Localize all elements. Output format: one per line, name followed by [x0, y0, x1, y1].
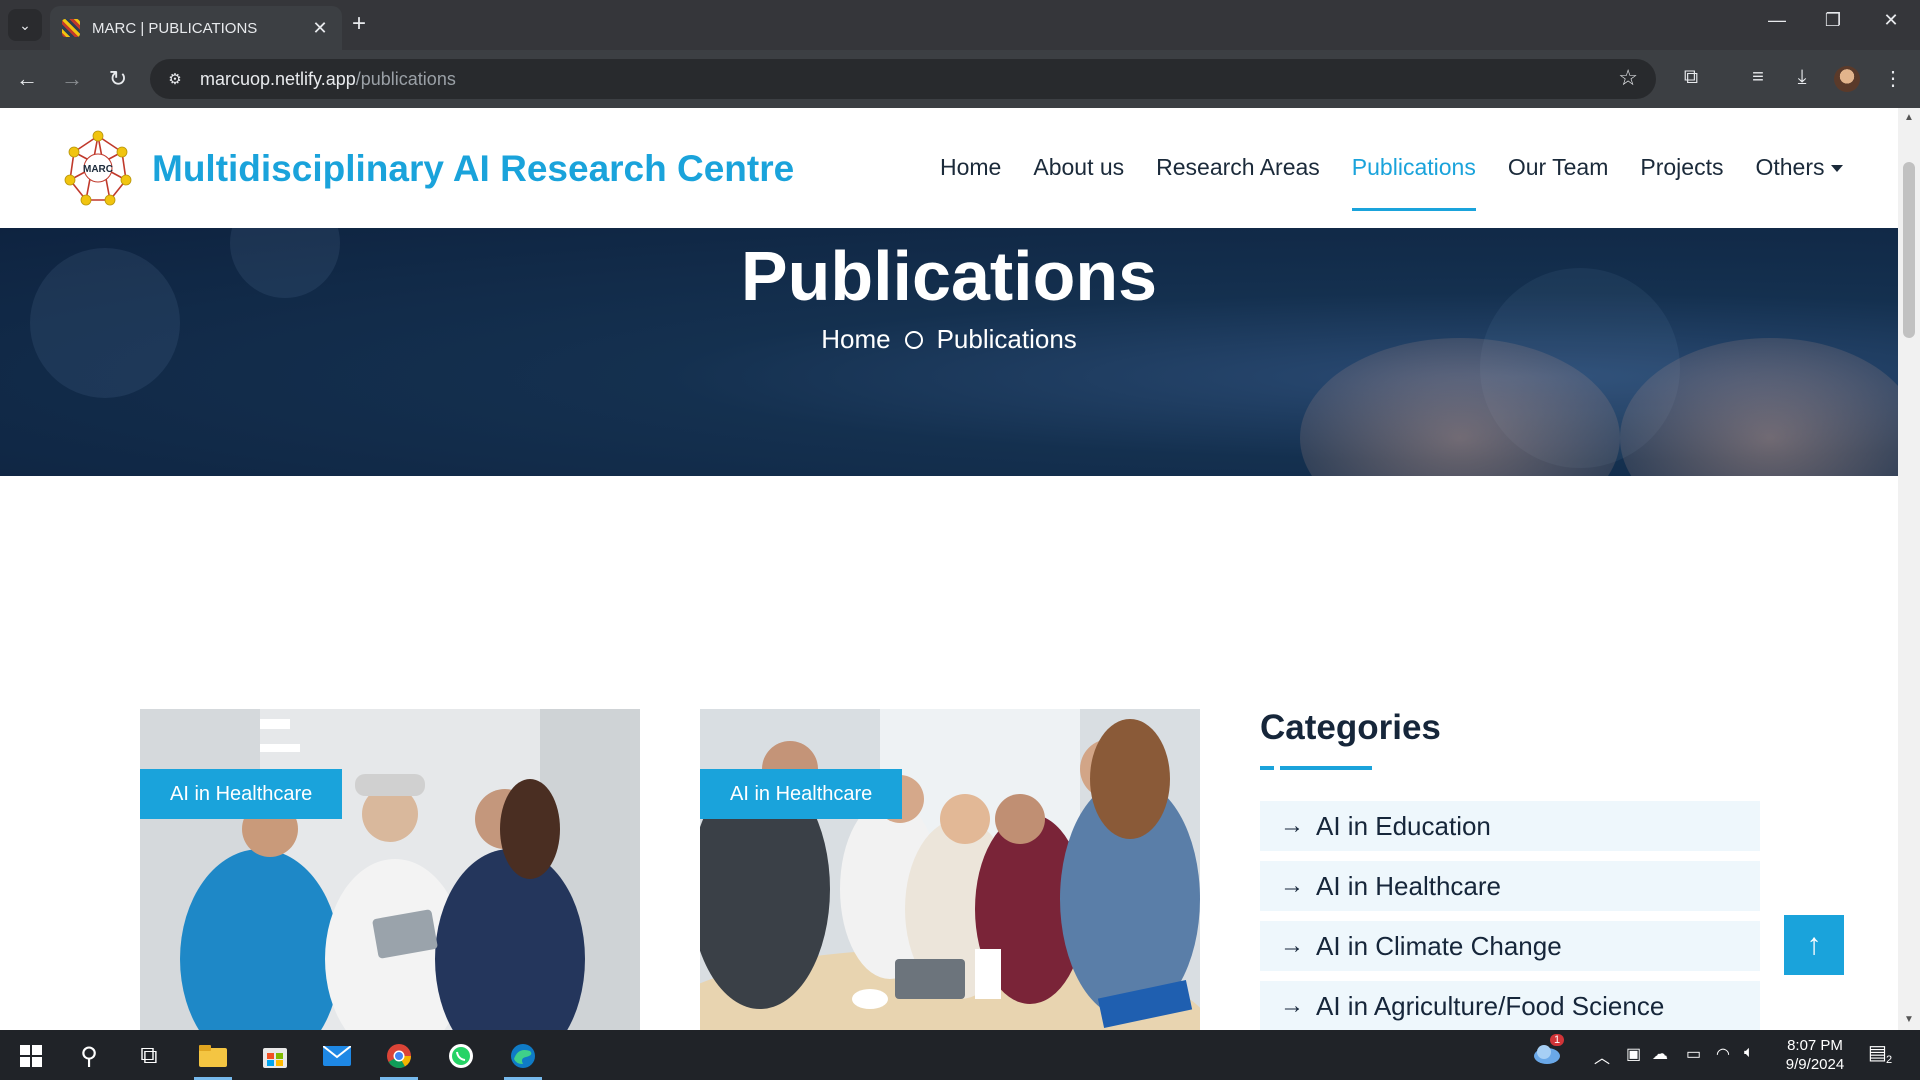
task-view-icon[interactable]: ⧉ — [124, 1036, 174, 1076]
close-window-button[interactable]: ✕ — [1871, 10, 1911, 31]
scrollbar-thumb[interactable] — [1903, 162, 1915, 338]
arrow-right-icon: → — [1280, 812, 1304, 839]
nav-about-us[interactable]: About us — [1033, 154, 1124, 181]
forward-button[interactable]: → — [57, 64, 87, 94]
browser-tab[interactable]: MARC | PUBLICATIONS ✕ — [50, 6, 342, 50]
back-button[interactable]: ← — [12, 64, 42, 94]
chrome-icon[interactable] — [374, 1036, 424, 1080]
caret-down-icon — [1830, 165, 1843, 173]
url-path: /publications — [355, 68, 456, 89]
browser-toolbar: ← → ↻ ⚙ marcuop.netlify.app/publications… — [0, 50, 1920, 108]
file-explorer-icon[interactable] — [188, 1036, 238, 1080]
edge-icon[interactable] — [498, 1036, 548, 1080]
download-icon[interactable]: ⤓ — [1787, 66, 1817, 89]
chevron-down-icon: ⌄ — [19, 16, 31, 33]
notifications-icon[interactable]: ▤ — [1868, 1040, 1887, 1065]
minimize-window-button[interactable]: — — [1757, 10, 1797, 31]
url-host: marcuop.netlify.app — [200, 68, 356, 89]
category-label: AI in Agriculture/Food Science — [1316, 990, 1665, 1021]
category-label: AI in Healthcare — [1316, 870, 1501, 901]
breadcrumb-home[interactable]: Home — [821, 324, 890, 354]
page-scrollbar[interactable]: ▲ ▼ — [1898, 108, 1920, 1030]
nav-our-team[interactable]: Our Team — [1508, 154, 1609, 181]
arrow-right-icon: → — [1280, 932, 1304, 959]
media-control-icon[interactable]: ≡ — [1743, 66, 1773, 89]
category-item[interactable]: → AI in Climate Change — [1260, 921, 1760, 971]
onedrive-icon[interactable]: ☁ — [1652, 1044, 1668, 1064]
scroll-up-icon[interactable]: ▲ — [1903, 112, 1915, 123]
category-label: AI in Education — [1316, 810, 1491, 841]
site-header: MARC Multidisciplinary AI Research Centr… — [0, 108, 1898, 228]
page-hero: Publications Home Publications — [0, 228, 1898, 476]
tab-search-button[interactable]: ⌄ — [8, 9, 42, 41]
bookmark-star-icon[interactable]: ☆ — [1618, 65, 1638, 91]
browser-tab-bar: ⌄ MARC | PUBLICATIONS ✕ + — ❐ ✕ — [0, 0, 1920, 50]
notification-count: 2 — [1886, 1054, 1893, 1066]
tab-title: MARC | PUBLICATIONS — [92, 19, 258, 37]
battery-icon[interactable]: ▭ — [1686, 1044, 1701, 1064]
nav-others-dropdown[interactable]: Others — [1755, 154, 1843, 181]
microsoft-store-icon[interactable] — [250, 1036, 300, 1076]
new-tab-button[interactable]: + — [352, 12, 366, 36]
address-bar[interactable]: ⚙ marcuop.netlify.app/publications ☆ — [150, 59, 1656, 99]
extensions-icon[interactable]: ⧉ — [1676, 66, 1706, 89]
clock-date: 9/9/2024 — [1785, 1056, 1845, 1073]
search-icon[interactable]: ⚲ — [64, 1036, 114, 1076]
url-text: marcuop.netlify.app/publications — [200, 69, 456, 90]
nav-home[interactable]: Home — [940, 154, 1001, 181]
category-item[interactable]: → AI in Healthcare — [1260, 861, 1760, 911]
os-taskbar: ⚲ ⧉ 1 ︿ ▣ ☁ ▭ ◠ 🔈︎ 8:07 PM 9/9/2024 ▤ 2 — [0, 1030, 1920, 1080]
breadcrumb: Home Publications — [0, 324, 1898, 355]
wifi-icon[interactable]: ◠ — [1716, 1044, 1730, 1064]
reload-button[interactable]: ↻ — [103, 64, 133, 94]
categories-heading: Categories — [1260, 708, 1441, 747]
category-item[interactable]: → AI in Education — [1260, 801, 1760, 851]
nav-publications[interactable]: Publications — [1351, 154, 1476, 211]
site-favicon-icon — [62, 19, 80, 37]
logo-text: MARC — [83, 164, 113, 175]
category-label: AI in Climate Change — [1316, 930, 1562, 961]
category-item[interactable]: → AI in Agriculture/Food Science — [1260, 981, 1760, 1031]
weather-badge: 1 — [1550, 1034, 1565, 1046]
marc-logo[interactable]: MARC — [60, 128, 136, 214]
menu-dots-icon[interactable]: ⋮ — [1878, 66, 1908, 91]
card-category-tag[interactable]: AI in Healthcare — [700, 769, 903, 819]
nav-projects[interactable]: Projects — [1640, 154, 1723, 181]
arrow-right-icon: → — [1280, 872, 1304, 899]
card-image-team — [700, 709, 1200, 1031]
restore-window-button[interactable]: ❐ — [1813, 10, 1853, 31]
site-info-icon[interactable]: ⚙ — [164, 70, 186, 88]
back-to-top-button[interactable]: ↑ — [1784, 915, 1844, 975]
arrow-up-icon: ↑ — [1806, 928, 1822, 961]
card-category-tag[interactable]: AI in Healthcare — [140, 769, 343, 819]
breadcrumb-current: Publications — [936, 324, 1077, 354]
site-brand[interactable]: Multidisciplinary AI Research Centre — [152, 148, 794, 190]
nav-others-label: Others — [1755, 154, 1825, 180]
chevron-up-icon[interactable]: ︿ — [1594, 1044, 1610, 1068]
profile-avatar[interactable] — [1834, 66, 1860, 92]
nav-research-areas[interactable]: Research Areas — [1156, 154, 1320, 181]
heading-underline — [1260, 766, 1372, 770]
scroll-down-icon[interactable]: ▼ — [1903, 1014, 1915, 1025]
whatsapp-icon[interactable] — [436, 1036, 486, 1076]
publication-card[interactable]: AI in Healthcare — [700, 709, 1200, 1031]
mail-icon[interactable] — [312, 1036, 362, 1076]
publication-card[interactable]: AI in Healthcare — [140, 709, 640, 1031]
close-tab-icon[interactable]: ✕ — [310, 18, 330, 39]
clock-time: 8:07 PM — [1787, 1037, 1843, 1054]
system-clock[interactable]: 8:07 PM 9/9/2024 — [1770, 1036, 1860, 1074]
arrow-right-icon: → — [1280, 992, 1304, 1019]
card-image-doctors — [140, 709, 640, 1031]
breadcrumb-separator-icon — [904, 331, 923, 349]
meet-now-icon[interactable]: ▣ — [1626, 1044, 1641, 1064]
categories-list: → AI in Education → AI in Healthcare → A… — [1260, 801, 1760, 1041]
main-nav: Home About us Research Areas Publication… — [940, 154, 1843, 211]
page-title: Publications — [740, 237, 1158, 315]
volume-icon[interactable]: 🔈︎ — [1744, 1044, 1754, 1062]
start-windows-icon[interactable] — [6, 1036, 56, 1076]
